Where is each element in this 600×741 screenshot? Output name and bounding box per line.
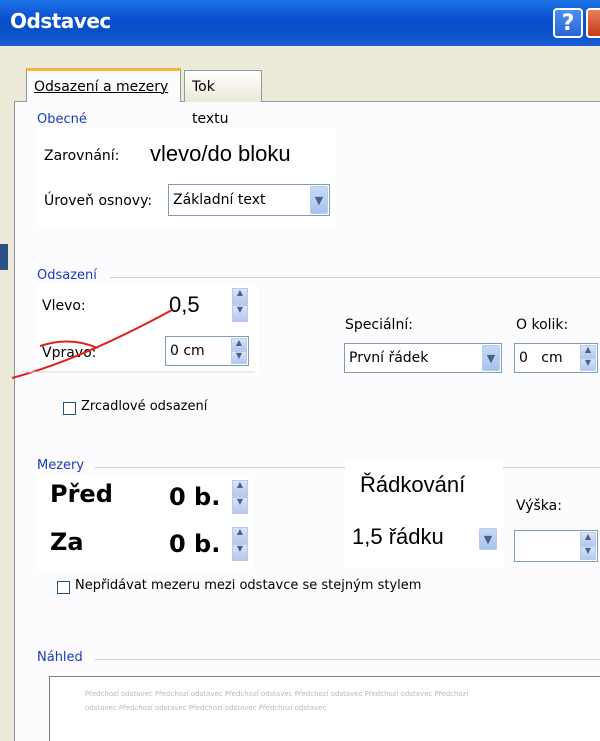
after-spinner[interactable]: ▲ ▼	[232, 527, 248, 561]
special-value: První řádek	[349, 350, 429, 366]
spin-up-icon[interactable]: ▲	[580, 532, 596, 546]
spin-down-icon[interactable]: ▼	[580, 546, 596, 560]
annotation-arrow-stroke	[11, 309, 173, 379]
after-label: Za	[50, 528, 84, 556]
line-spacing-value: 1,5 řádku	[352, 524, 444, 549]
mirror-indent-label: Zrcadlové odsazení	[81, 399, 208, 414]
before-label: Před	[50, 480, 113, 508]
mirror-indent-checkbox[interactable]	[63, 402, 76, 415]
before-spinner[interactable]: ▲ ▼	[232, 480, 248, 514]
height-spinner[interactable]: ▲ ▼	[580, 532, 596, 560]
spin-up-icon[interactable]: ▲	[580, 345, 596, 358]
paragraph-dialog: Odstavec ? Odsazení a mezery Tok textu O…	[0, 0, 600, 741]
spacing-group-label: Mezery	[37, 458, 85, 473]
line-spacing-select[interactable]: 1,5 řádku ▼	[348, 518, 498, 556]
annotation-strike-stroke	[39, 340, 99, 349]
before-value: 0 b.	[169, 483, 221, 511]
indent-by-value: 0 cm	[519, 350, 563, 366]
spin-down-icon[interactable]: ▼	[580, 358, 596, 371]
indent-by-label: O kolik:	[516, 317, 569, 333]
preview-box: Předchozí odstavec Předchozí odstavec Př…	[49, 676, 600, 741]
chevron-down-icon[interactable]: ▼	[479, 528, 497, 550]
no-space-checkbox[interactable]	[57, 581, 70, 594]
spin-down-icon[interactable]: ▼	[232, 497, 248, 514]
height-label: Výška:	[516, 498, 562, 514]
preview-line-2: odstavec Předchozí odstavec Předchozí od…	[85, 704, 327, 712]
before-input[interactable]: 0 b. ▲ ▼	[165, 479, 249, 515]
no-space-label: Nepřidávat mezeru mezi odstavce se stejn…	[75, 578, 422, 593]
spin-up-icon[interactable]: ▲	[232, 480, 248, 497]
after-input[interactable]: 0 b. ▲ ▼	[165, 526, 249, 562]
indent-by-input[interactable]: 0 cm ▲ ▼	[514, 343, 598, 373]
indent-by-spinner[interactable]: ▲ ▼	[580, 345, 596, 371]
line-spacing-label: Řádkování	[360, 472, 466, 497]
height-input[interactable]: ▲ ▼	[514, 530, 598, 562]
chevron-down-icon[interactable]: ▼	[482, 345, 500, 371]
spin-down-icon[interactable]: ▼	[232, 544, 248, 561]
preview-line-1: Předchozí odstavec Předchozí odstavec Př…	[85, 690, 469, 698]
preview-divider	[95, 659, 600, 660]
special-label: Speciální:	[345, 317, 413, 333]
preview-group-label: Náhled	[37, 650, 83, 665]
special-select[interactable]: První řádek ▼	[344, 343, 502, 373]
annotation-strokes	[11, 309, 255, 379]
spin-up-icon[interactable]: ▲	[232, 527, 248, 544]
after-value: 0 b.	[169, 530, 221, 558]
